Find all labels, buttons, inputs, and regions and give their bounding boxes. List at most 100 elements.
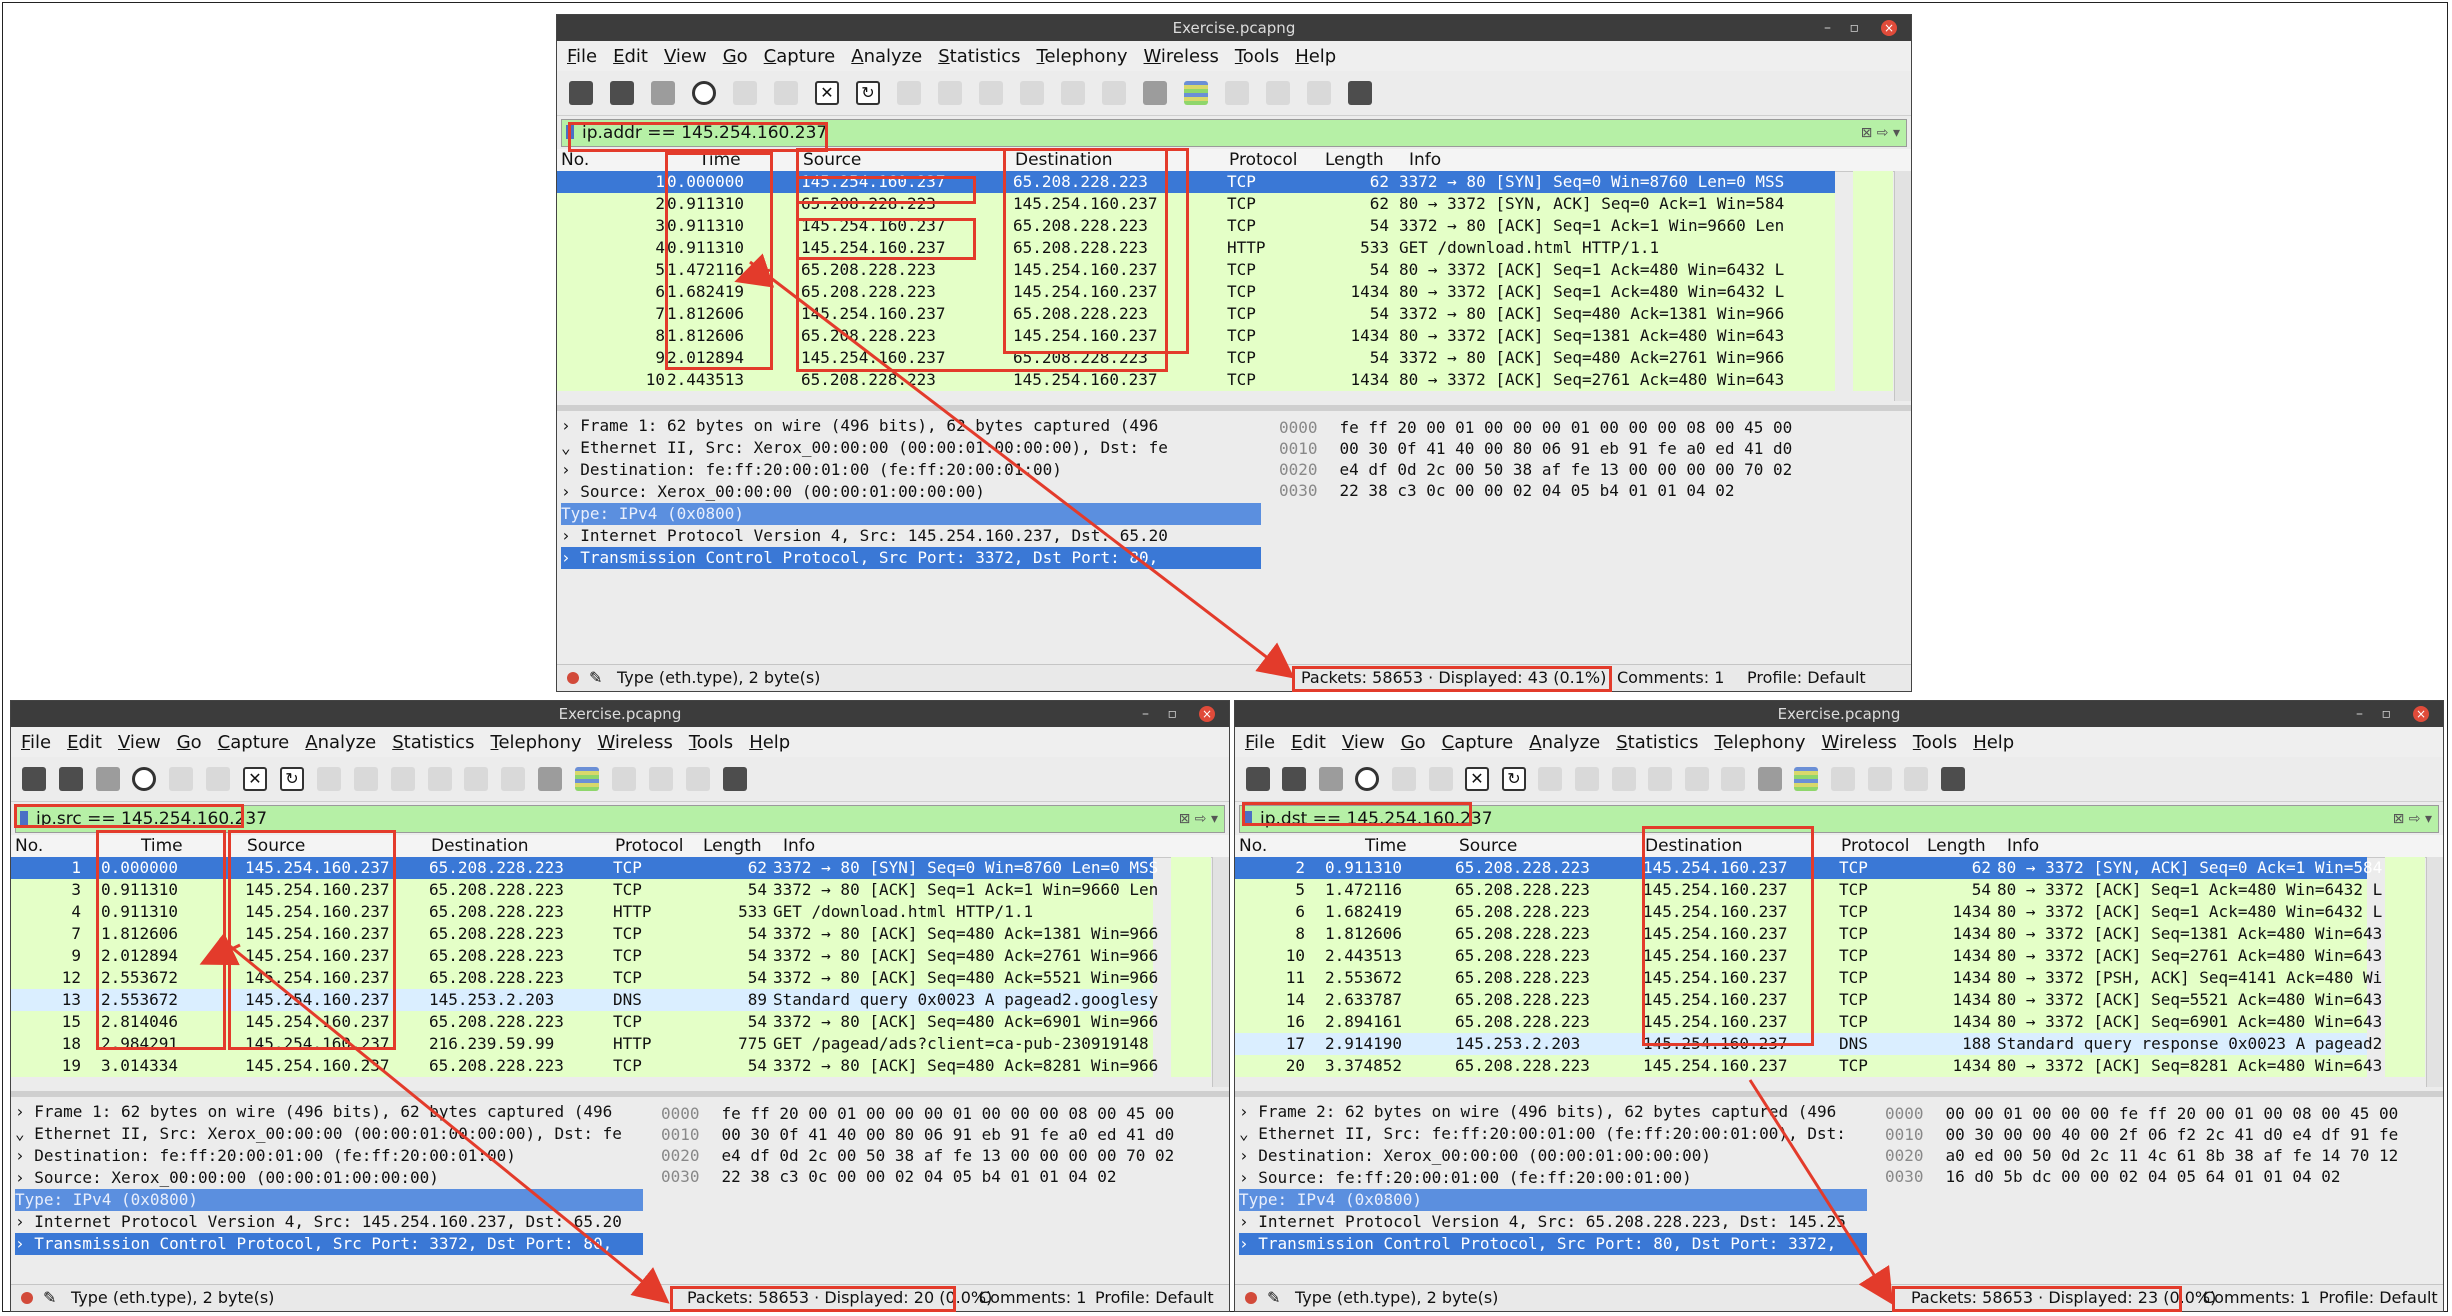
column-header-length[interactable]: Length [1325, 150, 1384, 170]
column-header-destination[interactable]: Destination [1015, 150, 1113, 170]
go-back-icon[interactable] [1575, 767, 1599, 791]
hex-bytes-b[interactable]: 91 eb 91 fe a0 ed 41 d0 [1571, 439, 1793, 458]
save-file-icon[interactable] [774, 81, 798, 105]
hex-bytes-b[interactable]: 20 00 01 00 08 00 45 00 [2177, 1104, 2399, 1123]
column-header-length[interactable]: Length [1927, 836, 1986, 856]
go-to-packet-icon[interactable] [1020, 81, 1044, 105]
packet-list-scrollbar[interactable] [2426, 857, 2443, 1087]
details-tree-item[interactable]: ⌄ Ethernet II, Src: Xerox_00:00:00 (00:0… [15, 1123, 643, 1145]
menu-item-analyze[interactable]: Analyze [851, 46, 922, 67]
save-file-icon[interactable] [1429, 767, 1453, 791]
details-tree-item[interactable]: ⌄ Ethernet II, Src: Xerox_00:00:00 (00:0… [561, 437, 1261, 459]
table-row[interactable]: 16 2.894161 65.208.228.223 145.254.160.237 T… [1235, 1011, 2382, 1033]
stop-capture-icon[interactable] [59, 767, 83, 791]
column-header-protocol[interactable]: Protocol [615, 836, 684, 856]
details-tree-item[interactable]: › Internet Protocol Version 4, Src: 145.… [561, 525, 1261, 547]
autoscroll-icon[interactable] [1143, 81, 1167, 105]
maximize-icon[interactable]: ▫ [2382, 701, 2392, 727]
reload-icon[interactable]: ↻ [856, 81, 880, 105]
table-row[interactable]: 5 1.472116 65.208.228.223 145.254.160.237 TC… [1235, 879, 2382, 901]
column-header-info[interactable]: Info [1409, 150, 1441, 170]
details-tree-item[interactable]: › Transmission Control Protocol, Src Por… [561, 547, 1261, 569]
details-tree-item[interactable]: › Source: Xerox_00:00:00 (00:00:01:00:00… [561, 481, 1261, 503]
hex-bytes-b[interactable]: 05 b4 01 01 04 02 [953, 1167, 1117, 1186]
menu-item-tools[interactable]: Tools [689, 732, 733, 753]
normal-size-icon[interactable] [1307, 81, 1331, 105]
expert-info-icon[interactable] [21, 1292, 33, 1304]
stop-capture-icon[interactable] [610, 81, 634, 105]
display-filter-bar[interactable]: ip.src == 145.254.160.237 ⊠ ⇨ ▾ [15, 805, 1225, 833]
reload-icon[interactable]: ↻ [280, 767, 304, 791]
shark-fin-start-icon[interactable] [22, 767, 46, 791]
menu-item-statistics[interactable]: Statistics [938, 46, 1020, 67]
table-row[interactable]: 4 0.911310 145.254.160.237 65.208.228.223 HT… [557, 237, 1835, 259]
packet-list-scrollbar[interactable] [1894, 171, 1911, 401]
hex-bytes-a[interactable]: 00 30 00 00 40 00 2f 06 [1946, 1125, 2168, 1144]
table-row[interactable]: 6 1.682419 65.208.228.223 145.254.160.237 TC… [557, 281, 1835, 303]
status-profile[interactable]: Profile: Default [1747, 665, 1866, 691]
last-packet-icon[interactable] [1721, 767, 1745, 791]
menu-item-go[interactable]: Go [177, 732, 202, 753]
menu-item-tools[interactable]: Tools [1913, 732, 1957, 753]
table-row[interactable]: 7 1.812606 145.254.160.237 65.208.228.223 TC… [557, 303, 1835, 325]
hex-bytes-b[interactable]: f2 2c 41 d0 e4 df 91 fe [2177, 1125, 2399, 1144]
details-tree-item[interactable]: › Source: fe:ff:20:00:01:00 (fe:ff:20:00… [1239, 1167, 1867, 1189]
details-tree-item[interactable]: › Transmission Control Protocol, Src Por… [15, 1233, 643, 1255]
menu-item-telephony[interactable]: Telephony [491, 732, 582, 753]
details-tree-item[interactable]: Type: IPv4 (0x0800) [15, 1189, 643, 1211]
column-header-time[interactable]: Time [699, 150, 741, 170]
column-header-no[interactable]: No. [561, 150, 589, 170]
normal-size-icon[interactable] [686, 767, 710, 791]
resize-columns-icon[interactable] [1348, 81, 1372, 105]
hex-bytes-b[interactable]: 05 b4 01 01 04 02 [1571, 481, 1735, 500]
hex-bytes-a[interactable]: a0 ed 00 50 0d 2c 11 4c [1946, 1146, 2168, 1165]
status-profile[interactable]: Profile: Default [1095, 1285, 1214, 1311]
table-row[interactable]: 1 0.000000 145.254.160.237 65.208.228.223 TC… [557, 171, 1835, 193]
hex-bytes-b[interactable]: 01 00 00 00 08 00 45 00 [953, 1104, 1175, 1123]
menu-item-help[interactable]: Help [1295, 46, 1336, 67]
menu-item-file[interactable]: File [21, 732, 51, 753]
restart-capture-icon[interactable] [96, 767, 120, 791]
table-row[interactable]: 15 2.814046 145.254.160.237 65.208.228.223 T… [11, 1011, 1158, 1033]
minimize-icon[interactable]: – [1142, 701, 1149, 727]
menu-item-help[interactable]: Help [749, 732, 790, 753]
hex-bytes-a[interactable]: 22 38 c3 0c 00 00 02 04 [1340, 481, 1562, 500]
open-file-icon[interactable] [1392, 767, 1416, 791]
display-filter-input[interactable]: ip.addr == 145.254.160.237 [582, 120, 827, 146]
close-file-icon[interactable]: ✕ [815, 81, 839, 105]
stop-capture-icon[interactable] [1282, 767, 1306, 791]
go-back-icon[interactable] [354, 767, 378, 791]
maximize-icon[interactable]: ▫ [1168, 701, 1178, 727]
column-header-time[interactable]: Time [1365, 836, 1407, 856]
details-tree-item[interactable]: › Destination: fe:ff:20:00:01:00 (fe:ff:… [561, 459, 1261, 481]
menu-item-analyze[interactable]: Analyze [1529, 732, 1600, 753]
capture-options-icon[interactable] [132, 767, 156, 791]
zoom-in-icon[interactable] [612, 767, 636, 791]
table-row[interactable]: 20 3.374852 65.208.228.223 145.254.160.237 T… [1235, 1055, 2382, 1077]
hex-bytes-b[interactable]: fe 13 00 00 00 00 70 02 [953, 1146, 1175, 1165]
restart-capture-icon[interactable] [651, 81, 675, 105]
table-row[interactable]: 5 1.472116 65.208.228.223 145.254.160.237 TC… [557, 259, 1835, 281]
table-row[interactable]: 2 0.911310 65.208.228.223 145.254.160.237 TC… [557, 193, 1835, 215]
close-file-icon[interactable]: ✕ [243, 767, 267, 791]
resize-columns-icon[interactable] [1941, 767, 1965, 791]
menu-item-edit[interactable]: Edit [613, 46, 648, 67]
packet-minimap[interactable] [2385, 857, 2425, 1077]
save-file-icon[interactable] [206, 767, 230, 791]
details-tree-item[interactable]: › Internet Protocol Version 4, Src: 65.2… [1239, 1211, 1867, 1233]
restart-capture-icon[interactable] [1319, 767, 1343, 791]
menu-item-go[interactable]: Go [1401, 732, 1426, 753]
hex-bytes-a[interactable]: 22 38 c3 0c 00 00 02 04 [722, 1167, 944, 1186]
hex-bytes-a[interactable]: 00 30 0f 41 40 00 80 06 [1340, 439, 1562, 458]
table-row[interactable]: 18 2.984291 145.254.160.237 216.239.59.99 HT… [11, 1033, 1153, 1055]
menu-item-edit[interactable]: Edit [1291, 732, 1326, 753]
table-row[interactable]: 10 2.443513 65.208.228.223 145.254.160.237 T… [1235, 945, 2382, 967]
menu-item-edit[interactable]: Edit [67, 732, 102, 753]
menu-item-wireless[interactable]: Wireless [1144, 46, 1219, 67]
menu-item-wireless[interactable]: Wireless [598, 732, 673, 753]
column-header-info[interactable]: Info [783, 836, 815, 856]
menu-item-tools[interactable]: Tools [1235, 46, 1279, 67]
details-tree-item[interactable]: › Internet Protocol Version 4, Src: 145.… [15, 1211, 643, 1233]
table-row[interactable]: 9 2.012894 145.254.160.237 65.208.228.223 TC… [557, 347, 1835, 369]
zoom-out-icon[interactable] [649, 767, 673, 791]
